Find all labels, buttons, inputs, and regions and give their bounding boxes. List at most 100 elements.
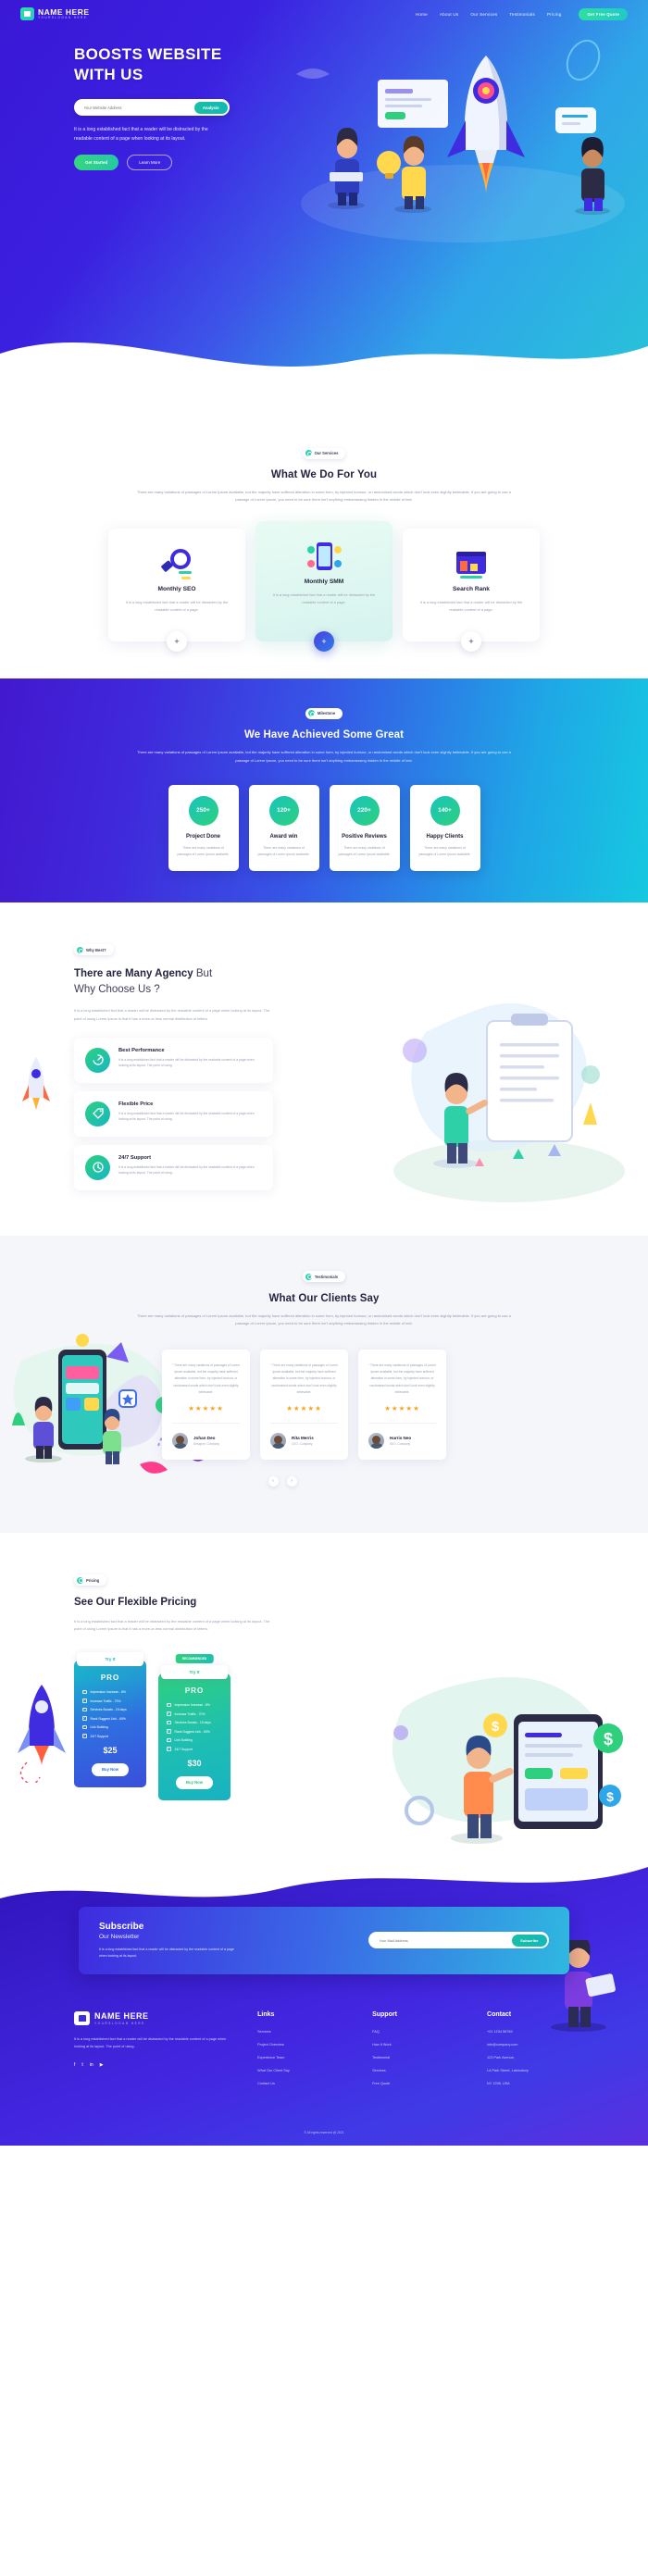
service-expand-button[interactable]: +	[167, 631, 187, 653]
feature-title: 24/7 Support	[118, 1154, 152, 1161]
feature-text: It is a long established fact that a rea…	[118, 1057, 255, 1068]
hero-buttons: Get Started Learn More	[74, 155, 305, 171]
footer-link[interactable]: What Our Client Say	[257, 2068, 344, 2073]
stat-card: 220+ Positive Reviews There are many var…	[329, 784, 400, 871]
feature-item[interactable]: Best Performance It is a long establishe…	[74, 1037, 273, 1083]
carousel-next-icon[interactable]: ›	[286, 1475, 297, 1487]
footer-link[interactable]: FAQ	[372, 2029, 459, 2035]
stat-card: 140+ Happy Clients There are many variat…	[409, 784, 480, 871]
get-free-quote-button[interactable]: Get Free Quote	[579, 7, 628, 20]
testimonials-title: What Our Clients Say	[268, 1292, 380, 1304]
facebook-icon[interactable]: f	[74, 2062, 75, 2068]
nav-links: Home About Us Our Services Testimonials …	[416, 7, 628, 20]
svg-text:$: $	[606, 1789, 614, 1804]
services-header: Our Services What We Do For You There ar…	[0, 444, 648, 504]
get-started-button[interactable]: Get Started	[74, 155, 119, 171]
analysis-button[interactable]: Analysis	[193, 101, 228, 114]
pricing-paragraph: It is a long established fact that a rea…	[74, 1618, 270, 1632]
nav-item-testimonials[interactable]: Testimonials	[509, 12, 535, 17]
plan-body: PRO ✓ Impression Increase - 8% ✓ Increase …	[74, 1660, 146, 1787]
pricing-pill-label: Pricing	[86, 1577, 100, 1583]
subscribe-form[interactable]: Subscribe	[368, 1932, 549, 1949]
footer-logo-name: NAME HERE	[94, 2010, 149, 2021]
testimonial-role: SEO, Company	[390, 1441, 411, 1446]
subscribe-box: Subscribe Our Newsletter It is a long es…	[79, 1906, 569, 1974]
pill-badge-icon	[77, 1576, 83, 1584]
stat-text: There are many variations of passages of…	[177, 845, 230, 856]
feature-item[interactable]: Flexible Price It is a long established …	[74, 1090, 273, 1137]
service-card[interactable]: Search Rank It is a long established fac…	[403, 528, 540, 653]
hero-wave-divider	[0, 342, 648, 398]
buy-now-button[interactable]: Buy Now	[176, 1775, 213, 1789]
nav-item-about-us[interactable]: About Us	[440, 12, 459, 17]
footer-link[interactable]: Project Overview	[257, 2042, 344, 2047]
footer-link[interactable]: Services	[257, 2029, 344, 2035]
footer-link[interactable]: Testimonial	[372, 2055, 459, 2060]
footer-phone[interactable]: +01 1234 56789	[487, 2029, 574, 2035]
plan-feature: ✓ Services Boosts - 15 days	[82, 1708, 138, 1712]
footer-link[interactable]: Experience Team	[257, 2055, 344, 2060]
footer-email[interactable]: info@company.com	[487, 2042, 574, 2047]
testimonial-name: Rita Merris	[292, 1435, 314, 1440]
youtube-icon[interactable]: ▶	[100, 2062, 104, 2068]
stat-value: 120+	[268, 795, 299, 826]
plan-feature: ✓ Impression Increase - 8%	[167, 1703, 222, 1708]
pill-badge-icon	[307, 710, 315, 717]
main-navigation[interactable]: NAME HERE YOURSLOGAN HERE Home About Us …	[0, 0, 648, 28]
plan-feature-label: Services Boosts - 15 days	[174, 1721, 211, 1725]
footer-column-heading: Support	[372, 2010, 397, 2018]
stat-label: Happy Clients	[426, 833, 464, 840]
twitter-icon[interactable]: t	[81, 2062, 82, 2068]
nav-item-our-services[interactable]: Our Services	[470, 12, 497, 17]
website-address-input[interactable]	[76, 105, 194, 110]
check-icon: ✓	[167, 1737, 171, 1743]
nav-item-pricing[interactable]: Pricing	[547, 12, 561, 17]
testimonial-author: Rita Merris CEO, Company	[270, 1422, 338, 1449]
pricing-plan-card[interactable]: RECOMMENDED Try It PRO ✓ Impression Incre…	[158, 1653, 231, 1800]
plan-feature: ✓ 24/7 Support	[82, 1734, 138, 1738]
subscribe-email-input[interactable]	[370, 1937, 513, 1943]
footer-link[interactable]: Services	[372, 2068, 459, 2073]
buy-now-button[interactable]: Buy Now	[92, 1762, 129, 1776]
footer-column-heading: Links	[257, 2010, 275, 2018]
mobile-social-icon	[270, 541, 378, 573]
website-analysis-form[interactable]: Analysis	[74, 99, 230, 117]
pricing-plan-card[interactable]: Try It PRO ✓ Impression Increase - 8% ✓ In…	[74, 1651, 146, 1787]
service-card[interactable]: Monthly SEO It is a long established fac…	[108, 528, 245, 653]
services-pill-label: Our Services	[314, 451, 339, 455]
plan-feature: ✓ Impression Increase - 8%	[82, 1690, 138, 1695]
subscribe-button[interactable]: Subscribe	[512, 1934, 547, 1947]
check-icon: ✓	[82, 1715, 87, 1721]
services-pill: Our Services	[302, 447, 346, 459]
testimonial-role: Designer, Company	[193, 1441, 219, 1446]
footer-link[interactable]: Contact Us	[257, 2081, 344, 2086]
nav-item-home[interactable]: Home	[416, 12, 428, 17]
carousel-prev-icon[interactable]: ‹	[268, 1475, 279, 1487]
site-logo[interactable]: NAME HERE YOURSLOGAN HERE	[20, 7, 90, 20]
stat-text: There are many variations of passages of…	[257, 845, 310, 856]
learn-more-button[interactable]: Learn More	[127, 155, 173, 171]
linkedin-icon[interactable]: in	[90, 2062, 93, 2068]
service-card[interactable]: Monthly SMM It is a long established fac…	[255, 520, 393, 653]
footer-logo[interactable]: NAME HERE YOURSLOGAN HERE	[74, 2010, 230, 2025]
feature-item[interactable]: 24/7 Support It is a long established fa…	[74, 1144, 273, 1190]
logo-name: NAME HERE	[38, 6, 90, 17]
footer-link[interactable]: Free Quote	[372, 2081, 459, 2086]
service-expand-button[interactable]: +	[314, 631, 334, 653]
plan-feature-label: Rank Suggest Link - 60%	[174, 1729, 210, 1734]
pricing-section: $ $ $ Pricing See Our Flexible Pricing I…	[0, 1532, 648, 1851]
logo-mail-icon	[20, 7, 34, 20]
achievements-section: Milestone We Have Achieved Some Great Th…	[0, 678, 648, 902]
footer-address-line: LA Park Street, Laboratory	[487, 2069, 529, 2073]
hero-title-line1: BOOSTS WEBSITE	[74, 45, 222, 63]
plan-feature: ✓ Increase Traffic - 70%	[82, 1699, 138, 1703]
subscribe-title: Subscribe	[99, 1921, 144, 1932]
plan-features: ✓ Impression Increase - 8% ✓ Increase Traf…	[82, 1690, 138, 1738]
footer-social-links[interactable]: f t in ▶	[74, 2062, 230, 2068]
check-icon: ✓	[82, 1689, 87, 1695]
service-expand-button[interactable]: +	[461, 631, 481, 653]
plan-price: $30	[187, 1758, 202, 1768]
footer-link[interactable]: How It Work	[372, 2042, 459, 2047]
rating-stars-icon: ★★★★★	[286, 1403, 322, 1412]
check-icon: ✓	[82, 1724, 87, 1730]
